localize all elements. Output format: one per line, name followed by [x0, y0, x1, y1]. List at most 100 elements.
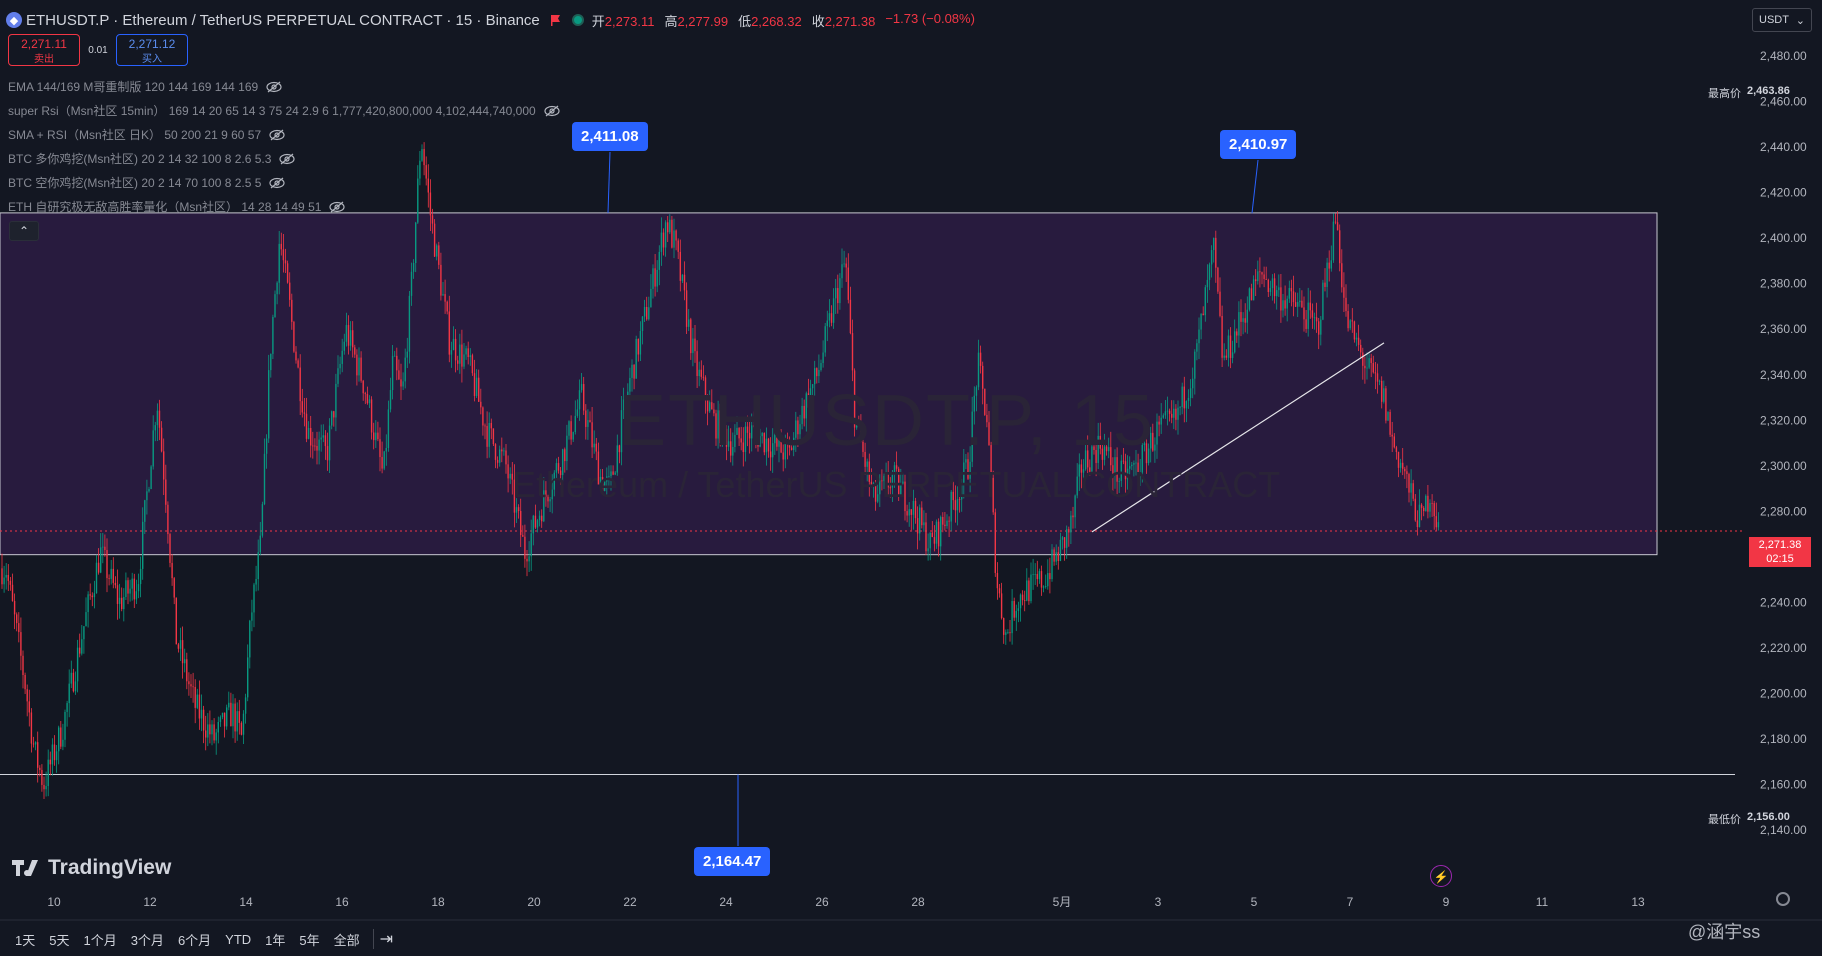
- flag-icon[interactable]: [550, 14, 562, 26]
- candle-body: [1376, 373, 1379, 382]
- indicator-legend-item[interactable]: super Rsi（Msn社区 15min） 169 14 20 65 14 3…: [8, 102, 560, 119]
- indicator-label: ETH 自研究极无敌高胜率量化（Msn社区） 14 28 14 49 51: [8, 200, 322, 214]
- settings-icon[interactable]: [1776, 892, 1790, 906]
- candle-body: [1045, 586, 1047, 588]
- price-callout-a[interactable]: 2,411.08: [572, 122, 648, 151]
- eye-hidden-icon[interactable]: [329, 201, 346, 213]
- bolt-icon[interactable]: ⚡: [1430, 865, 1452, 887]
- timeframe-button[interactable]: 6个月: [171, 930, 218, 949]
- candle-body: [1194, 351, 1196, 379]
- indicator-label: BTC 多你鸡挖(Msn社区) 20 2 14 32 100 8 2.6 5.3: [8, 152, 272, 166]
- candle-body: [358, 357, 360, 376]
- collapse-indicators-button[interactable]: ⌃: [9, 221, 39, 241]
- candle-body: [1278, 287, 1280, 291]
- timeframe-button[interactable]: 5年: [292, 930, 326, 949]
- candle-body: [1204, 287, 1206, 316]
- timeframe-button[interactable]: 1天: [8, 930, 42, 949]
- candle-body: [408, 295, 411, 352]
- symbol-title[interactable]: ETHUSDT.P · Ethereum / TetherUS PERPETUA…: [26, 12, 540, 29]
- candle-body: [360, 357, 362, 381]
- candle-body: [931, 532, 933, 538]
- candle-body: [259, 535, 261, 553]
- timeframe-button[interactable]: YTD: [218, 932, 258, 947]
- indicator-legend-item[interactable]: EMA 144/169 M哥重制版 120 144 169 144 169: [8, 78, 282, 95]
- candle-body: [354, 347, 356, 355]
- candle-body: [505, 450, 507, 465]
- candle-body: [188, 681, 190, 685]
- timeframe-button[interactable]: 5天: [42, 930, 76, 949]
- candle-body: [286, 263, 289, 283]
- candle-body: [270, 353, 272, 371]
- candle-body: [1210, 250, 1213, 265]
- candle-body: [650, 288, 652, 308]
- candle-body: [1160, 417, 1162, 425]
- candle-body: [517, 507, 520, 512]
- candle-body: [213, 724, 215, 741]
- candle-body: [1164, 411, 1167, 416]
- candle-body: [1021, 594, 1024, 601]
- candle-body: [1408, 474, 1410, 493]
- price-callout-c[interactable]: 2,164.47: [694, 847, 771, 876]
- currency-select[interactable]: USDT ⌄: [1752, 8, 1812, 32]
- candle-body: [318, 439, 320, 451]
- candle-body: [263, 453, 266, 505]
- eye-hidden-icon[interactable]: [269, 129, 285, 141]
- timeframe-button[interactable]: 3个月: [124, 930, 171, 949]
- spread: 0.01: [88, 44, 108, 56]
- candle-body: [1055, 552, 1057, 562]
- candle-body: [820, 363, 822, 370]
- candle-body: [415, 222, 417, 264]
- candle-body: [1051, 549, 1053, 580]
- candle-body: [89, 594, 91, 596]
- candle-body: [1206, 279, 1209, 288]
- candle-body: [667, 222, 669, 233]
- candle-body: [1234, 331, 1236, 353]
- candle-body: [1303, 307, 1305, 320]
- candle-body: [1009, 632, 1011, 634]
- eye-hidden-icon[interactable]: [544, 105, 560, 117]
- candle-body: [343, 341, 345, 351]
- symbol-header[interactable]: ◆ ETHUSDT.P · Ethereum / TetherUS PERPET…: [6, 8, 975, 32]
- candle-body: [341, 350, 343, 364]
- candle-body: [24, 674, 26, 690]
- eye-hidden-icon[interactable]: [279, 153, 296, 165]
- candle-body: [1431, 502, 1433, 504]
- indicator-legend-item[interactable]: ETH 自研究极无敌高胜率量化（Msn社区） 14 28 14 49 51: [8, 198, 346, 215]
- candle-body: [1005, 632, 1007, 635]
- candle-body: [1347, 311, 1349, 329]
- candle-body: [1030, 574, 1032, 602]
- candle-body: [486, 425, 488, 447]
- date-range-icon[interactable]: ⇥: [380, 929, 393, 949]
- timeframe-button[interactable]: 1个月: [76, 930, 123, 949]
- candle-body: [1261, 272, 1263, 275]
- candle-body: [574, 415, 576, 433]
- eye-hidden-icon[interactable]: [269, 177, 286, 189]
- candle-body: [200, 709, 203, 719]
- indicator-legend-item[interactable]: BTC 多你鸡挖(Msn社区) 20 2 14 32 100 8 2.6 5.3: [8, 150, 296, 167]
- candle-body: [58, 727, 60, 752]
- candle-body: [102, 546, 104, 548]
- candle-body: [30, 712, 33, 744]
- tradingview-logo[interactable]: TradingView: [12, 856, 171, 880]
- candle-body: [534, 515, 537, 528]
- timeframe-button[interactable]: 全部: [327, 930, 367, 949]
- candle-body: [1034, 574, 1036, 575]
- timeframe-button[interactable]: 1年: [258, 930, 292, 949]
- candle-body: [818, 369, 820, 377]
- buy-button[interactable]: 2,271.12 买入: [116, 34, 188, 66]
- candle-body: [442, 294, 444, 296]
- indicator-legend-item[interactable]: BTC 空你鸡挖(Msn社区) 20 2 14 70 100 8 2.5 5: [8, 174, 286, 191]
- user-watermark: @涵宇ss: [1688, 922, 1761, 942]
- sell-button[interactable]: 2,271.11 卖出: [8, 34, 80, 66]
- y-axis-tick-label: 2,480.00: [1760, 49, 1807, 63]
- price-callout-b[interactable]: 2,410.97: [1220, 130, 1297, 159]
- candle-body: [1425, 495, 1427, 512]
- candle-body: [480, 401, 482, 408]
- candle-body: [906, 511, 908, 516]
- candle-body: [585, 410, 587, 427]
- indicator-legend-item[interactable]: SMA + RSI（Msn社区 日K） 50 200 21 9 60 57: [8, 126, 285, 143]
- candle-body: [1416, 520, 1419, 528]
- eye-hidden-icon[interactable]: [266, 81, 282, 93]
- candle-body: [570, 421, 572, 440]
- candle-body: [1166, 410, 1169, 412]
